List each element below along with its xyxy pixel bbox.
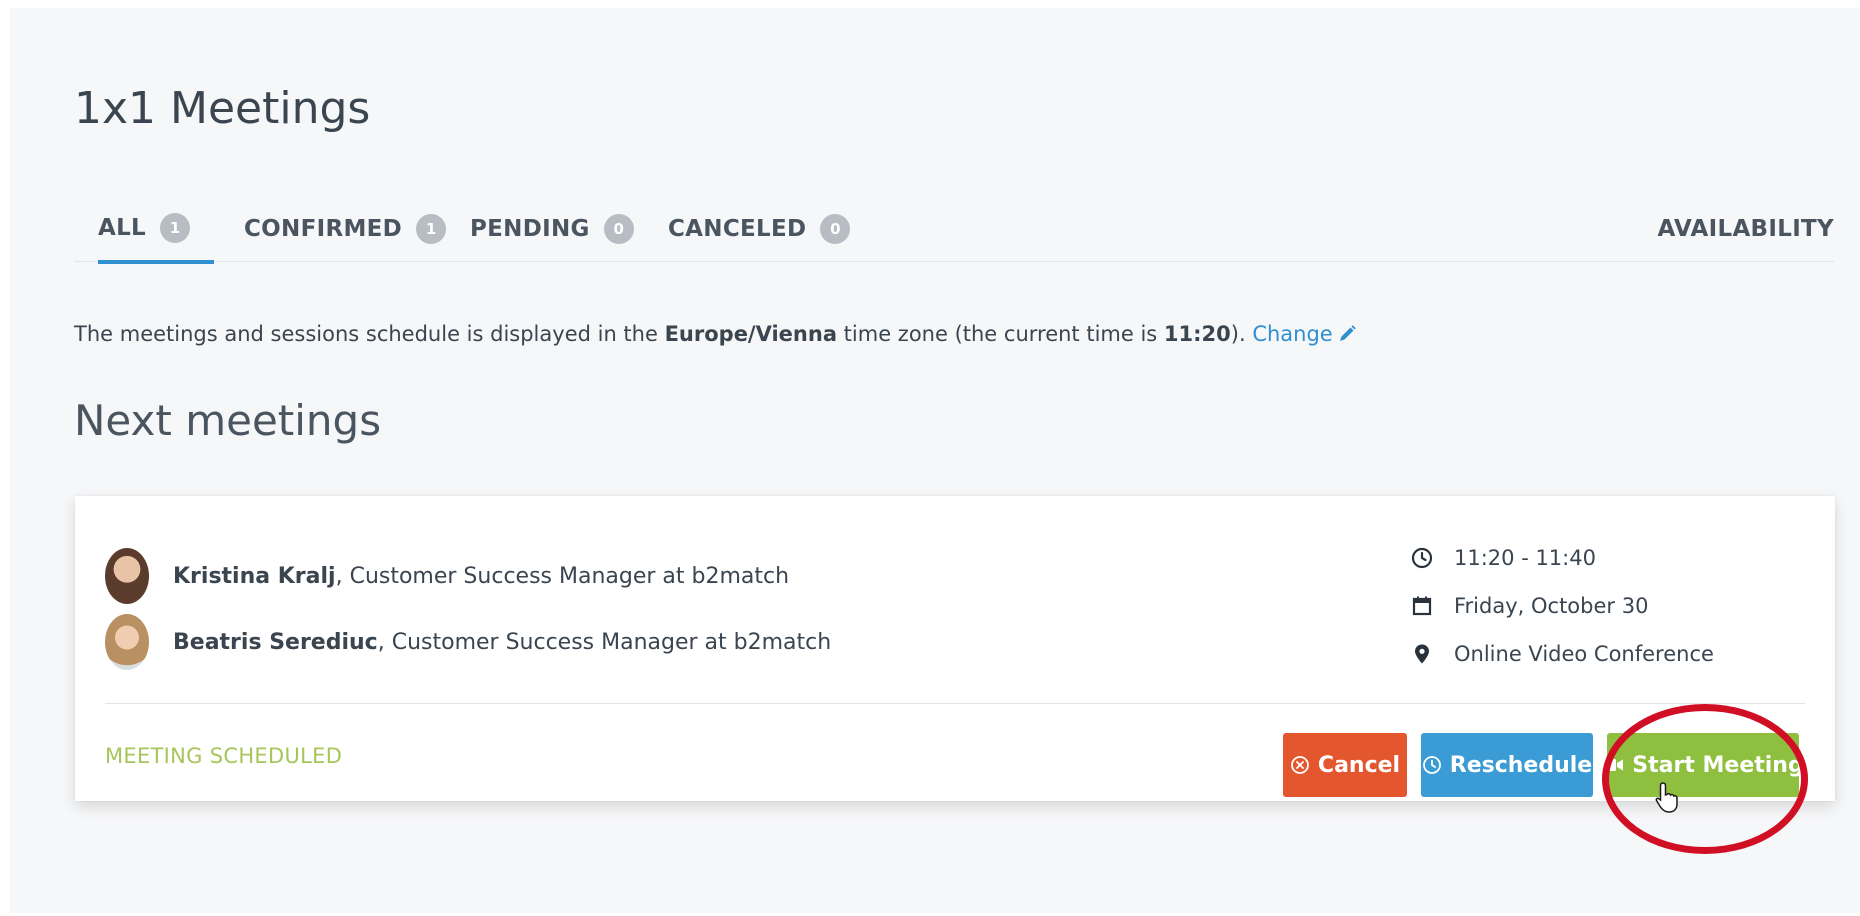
participant-name: Kristina Kralj xyxy=(173,563,336,589)
video-camera-icon xyxy=(1602,757,1624,773)
participant-name: Beatris Serediuc xyxy=(173,629,378,655)
clock-icon xyxy=(1410,546,1434,570)
avatar xyxy=(105,548,149,604)
tab-canceled-count: 0 xyxy=(820,214,851,244)
tab-pending-count: 0 xyxy=(603,214,634,244)
participant-role: , Customer Success Manager at b2match xyxy=(335,563,790,589)
participant-role: , Customer Success Manager at b2match xyxy=(377,629,832,655)
meeting-status: MEETING SCHEDULED xyxy=(105,744,343,768)
tab-availability[interactable]: AVAILABILITY xyxy=(1657,196,1834,262)
timezone-zone: Europe/Vienna xyxy=(664,322,837,346)
timezone-suffix: ). xyxy=(1230,322,1253,346)
tab-confirmed-count: 1 xyxy=(416,214,447,244)
timezone-prefix: The meetings and sessions schedule is di… xyxy=(74,322,665,346)
tab-all[interactable]: ALL 1 xyxy=(98,196,215,264)
change-timezone-link[interactable]: Change xyxy=(1252,322,1356,346)
participant-row: Kristina Kralj, Customer Success Manager… xyxy=(105,548,789,604)
avatar xyxy=(105,614,149,670)
card-divider xyxy=(105,703,1805,704)
pencil-icon xyxy=(1337,324,1357,349)
participant-text: Beatris Serediuc, Customer Success Manag… xyxy=(173,630,831,655)
change-timezone-label: Change xyxy=(1252,322,1333,346)
section-title: Next meetings xyxy=(74,396,382,445)
hand-cursor-icon xyxy=(1655,781,1681,817)
tab-canceled[interactable]: CANCELED 0 xyxy=(668,196,851,262)
meeting-date: Friday, October 30 xyxy=(1410,582,1714,630)
page-title: 1x1 Meetings xyxy=(74,83,371,134)
start-meeting-button-label: Start Meeting xyxy=(1632,752,1804,778)
tab-all-label: ALL xyxy=(98,215,147,241)
participant-text: Kristina Kralj, Customer Success Manager… xyxy=(173,564,789,589)
tab-canceled-label: CANCELED xyxy=(668,216,807,242)
tab-pending-label: PENDING xyxy=(470,216,590,242)
timezone-notice: The meetings and sessions schedule is di… xyxy=(74,322,1357,349)
meeting-location: Online Video Conference xyxy=(1410,630,1714,678)
tab-confirmed[interactable]: CONFIRMED 1 xyxy=(244,196,447,262)
tab-availability-label: AVAILABILITY xyxy=(1657,216,1834,242)
meeting-date-text: Friday, October 30 xyxy=(1454,594,1649,618)
tab-confirmed-label: CONFIRMED xyxy=(244,216,403,242)
cancel-circle-icon xyxy=(1290,755,1310,775)
meeting-card: Kristina Kralj, Customer Success Manager… xyxy=(75,496,1835,801)
cancel-button[interactable]: Cancel xyxy=(1283,733,1407,797)
participant-row: Beatris Serediuc, Customer Success Manag… xyxy=(105,614,831,670)
current-time: 11:20 xyxy=(1163,322,1231,346)
meeting-time-text: 11:20 - 11:40 xyxy=(1454,546,1596,570)
timezone-middle: time zone (the current time is xyxy=(837,322,1164,346)
cancel-button-label: Cancel xyxy=(1317,752,1401,778)
reschedule-button[interactable]: Reschedule xyxy=(1421,733,1593,797)
tab-all-count: 1 xyxy=(160,213,191,243)
meeting-location-text: Online Video Conference xyxy=(1454,642,1714,666)
meeting-time: 11:20 - 11:40 xyxy=(1410,534,1714,582)
location-pin-icon xyxy=(1410,642,1434,666)
tab-pending[interactable]: PENDING 0 xyxy=(470,196,634,262)
tab-bar: ALL 1 CONFIRMED 1 PENDING 0 CANCELED 0 A… xyxy=(74,196,1834,264)
page: 1x1 Meetings ALL 1 CONFIRMED 1 PENDING 0… xyxy=(10,8,1860,913)
meeting-details: 11:20 - 11:40 Friday, October 30 Online … xyxy=(1410,534,1714,678)
calendar-icon xyxy=(1410,594,1434,618)
reschedule-button-label: Reschedule xyxy=(1449,752,1593,778)
start-meeting-button[interactable]: Start Meeting xyxy=(1603,733,1804,797)
clock-icon xyxy=(1422,755,1442,775)
